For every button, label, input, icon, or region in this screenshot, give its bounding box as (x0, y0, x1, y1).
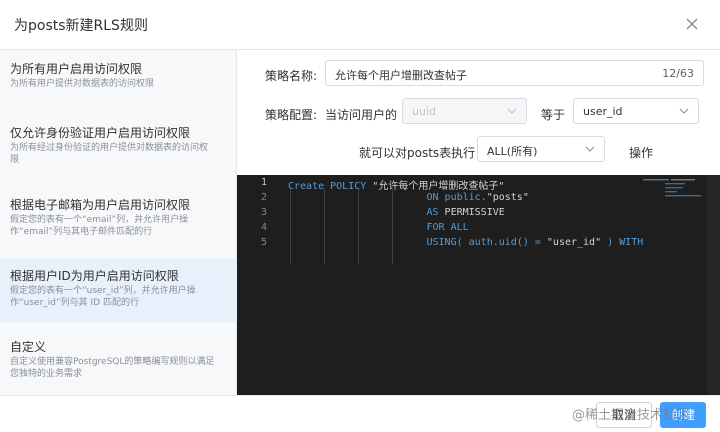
template-option-desc-line: 为所有经过身份验证的用户提供对数据表的访问权 (10, 143, 209, 153)
template-option-desc: 为所有用户提供对数据表的访问权限 (10, 79, 155, 89)
line-number: 3 (260, 207, 267, 218)
target-column-select[interactable]: user_id (573, 98, 699, 124)
template-option-desc-line: 作“user_id”列与其 ID 匹配的行 (10, 298, 139, 308)
template-option-desc-line: 限 (10, 155, 20, 165)
editor-gutter: 1 2 3 4 5 (237, 175, 277, 395)
code-token: "user_id" (546, 237, 602, 248)
code-token: USING( auth.uid() = (426, 237, 547, 248)
template-sidebar: 为所有用户启用访问权限 为所有用户提供对数据表的访问权限 仅允许身份验证用户启用… (0, 50, 237, 395)
dialog-header: 为posts新建RLS规则 (0, 0, 720, 50)
template-option-desc: 自定义使用兼容PostgreSQL的策略编写规则以满足 您独特的业务需求 (10, 356, 227, 380)
code-line: ON public."posts" (288, 192, 529, 203)
template-option-desc-line: 作“email”列与其电子邮件匹配的行 (10, 227, 153, 237)
chevron-down-icon (585, 146, 595, 152)
user-field-select[interactable]: uuid (402, 98, 527, 124)
policy-form: 策略名称: 允许每个用户增删改查帖子 12/63 策略配置: 当访问用户的 uu… (237, 50, 720, 175)
chevron-down-icon (507, 108, 517, 114)
template-option-desc: 为所有经过身份验证的用户提供对数据表的访问权 限 (10, 142, 227, 166)
template-option-desc-line: 假定您的表有一个“email”列，并允许用户操 (10, 215, 189, 225)
code-line: USING( auth.uid() = "user_id" ) WITH (288, 237, 643, 248)
code-token: PERMISSIVE (444, 207, 505, 218)
template-option-desc-line: 自定义使用兼容PostgreSQL的策略编写规则以满足 (10, 357, 215, 367)
policy-name-label: 策略名称: (265, 69, 318, 83)
policy-name-value: 允许每个用户增删改查帖子 (335, 69, 467, 82)
cancel-button[interactable]: 取消 (596, 402, 652, 428)
template-option-user-id[interactable]: 根据用户ID为用户启用访问权限 假定您的表有一个“user_id”列，并允许用户… (0, 258, 237, 322)
dialog-title: 为posts新建RLS规则 (14, 18, 148, 34)
code-token: FOR ALL (426, 222, 469, 233)
create-button[interactable]: 创建 (660, 402, 706, 428)
template-option-title: 根据电子邮箱为用户启用访问权限 (10, 198, 191, 212)
editor-scrollbar[interactable] (707, 175, 720, 395)
target-column-value: user_id (583, 105, 623, 118)
user-field-value: uuid (412, 105, 436, 118)
dialog-footer: 取消 创建 @稀土掘金技术社区 (0, 395, 720, 432)
template-option-authenticated[interactable]: 仅允许身份验证用户启用访问权限 为所有经过身份验证的用户提供对数据表的访问权 限 (0, 126, 237, 180)
sql-editor[interactable]: 1 2 3 4 5 Create POLICY "允许每个用户增删改查帖子" O… (237, 175, 720, 395)
code-line: Create POLICY "允许每个用户增删改查帖子" (288, 177, 504, 192)
chevron-down-icon (679, 108, 689, 114)
code-token: "posts" (486, 192, 529, 203)
config-prefix-text: 当访问用户的 (325, 108, 398, 122)
code-line: AS PERMISSIVE (288, 207, 505, 218)
close-icon[interactable] (682, 14, 702, 34)
template-option-title: 为所有用户启用访问权限 (10, 62, 143, 76)
template-option-desc: 假定您的表有一个“email”列，并允许用户操 作“email”列与其电子邮件匹… (10, 214, 227, 238)
operation-button[interactable]: 操作 (629, 144, 653, 161)
code-token: ) WITH (601, 237, 644, 248)
code-line: FOR ALL (288, 222, 469, 233)
template-option-email[interactable]: 根据电子邮箱为用户启用访问权限 假定您的表有一个“email”列，并允许用户操 … (0, 198, 237, 252)
equals-text: 等于 (541, 108, 566, 122)
template-option-title: 仅允许身份验证用户启用访问权限 (10, 126, 191, 140)
code-token: ON public. (426, 192, 487, 203)
policy-name-input[interactable]: 允许每个用户增删改查帖子 12/63 (325, 60, 704, 86)
operation-value: ALL(所有) (487, 145, 538, 158)
policy-config-label: 策略配置: (265, 108, 318, 122)
line-number: 1 (260, 177, 267, 188)
code-token: "允许每个用户增删改查帖子" (372, 181, 505, 192)
template-option-desc-line: 假定您的表有一个“user_id”列，并允许用户操 (10, 286, 196, 296)
line-number: 4 (260, 222, 267, 233)
template-option-all-users[interactable]: 为所有用户启用访问权限 为所有用户提供对数据表的访问权限 (0, 62, 237, 112)
template-option-custom[interactable]: 自定义 自定义使用兼容PostgreSQL的策略编写规则以满足 您独特的业务需求 (0, 340, 237, 386)
policy-name-counter: 12/63 (662, 67, 694, 80)
template-option-title: 根据用户ID为用户启用访问权限 (10, 269, 179, 283)
code-token: Create POLICY (288, 181, 373, 192)
template-option-title: 自定义 (10, 340, 47, 354)
line-number: 2 (260, 192, 267, 203)
template-option-desc: 假定您的表有一个“user_id”列，并允许用户操 作“user_id”列与其 … (10, 285, 227, 309)
line-number: 5 (260, 237, 267, 248)
template-option-desc-line: 您独特的业务需求 (10, 369, 83, 379)
apply-table-text: 就可以对posts表执行 (359, 146, 476, 160)
code-token: AS (426, 207, 445, 218)
operation-select[interactable]: ALL(所有) (477, 136, 605, 162)
editor-minimap (643, 179, 701, 197)
